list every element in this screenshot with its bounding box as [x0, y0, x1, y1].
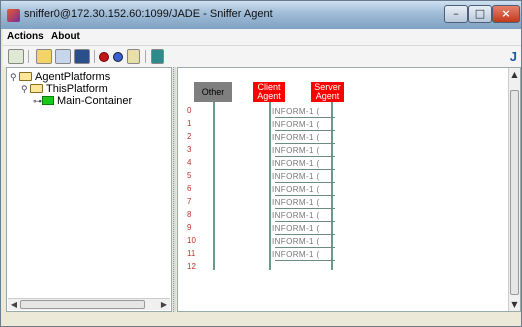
add-agent-icon[interactable] — [99, 52, 109, 62]
agent-tree-panel: ⚲ AgentPlatforms ⚲ ThisPlatform ⊶ Main-Cont… — [6, 67, 172, 312]
message-label[interactable]: INFORM-1 ( — [272, 107, 320, 116]
row-number: 4 — [187, 158, 192, 167]
message-arrow[interactable] — [275, 221, 335, 222]
toolbar-separator — [28, 50, 29, 63]
remove-agent-icon[interactable] — [113, 52, 123, 62]
tree-node-label: AgentPlatforms — [35, 71, 111, 83]
message-label[interactable]: INFORM-1 ( — [272, 133, 320, 142]
sniffer-canvas: Other Client Agent Server Agent 01234567… — [177, 67, 521, 312]
message-label[interactable]: INFORM-1 ( — [272, 146, 320, 155]
folder-icon — [30, 84, 43, 93]
message-label[interactable]: INFORM-1 ( — [272, 211, 320, 220]
toolbar-separator — [145, 50, 146, 63]
scroll-thumb[interactable] — [20, 300, 145, 309]
scroll-thumb[interactable] — [510, 90, 519, 295]
lifeline-server — [331, 102, 333, 270]
canvas-vertical-scrollbar[interactable]: ▲ ▼ — [508, 68, 520, 311]
lifeline-client — [269, 102, 271, 270]
close-button[interactable]: × — [492, 5, 520, 23]
lifeline-other — [213, 102, 215, 270]
message-arrow[interactable] — [275, 156, 335, 157]
message-arrow[interactable] — [275, 208, 335, 209]
message-label[interactable]: INFORM-1 ( — [272, 120, 320, 129]
maximize-button[interactable]: □ — [468, 5, 492, 23]
save-icon[interactable] — [74, 49, 90, 64]
app-icon — [7, 9, 20, 22]
toolbar: J — [3, 46, 521, 67]
agent-box-client[interactable]: Client Agent — [253, 82, 285, 102]
row-number: 2 — [187, 132, 192, 141]
message-label[interactable]: INFORM-1 ( — [272, 237, 320, 246]
message-label[interactable]: INFORM-1 ( — [272, 224, 320, 233]
display-file-icon[interactable] — [55, 49, 71, 64]
menu-bar: Actions About — [3, 29, 521, 46]
row-number: 10 — [187, 236, 196, 245]
agent-box-server[interactable]: Server Agent — [311, 82, 344, 102]
status-bar — [3, 314, 521, 326]
message-arrow[interactable] — [275, 143, 335, 144]
message-label[interactable]: INFORM-1 ( — [272, 250, 320, 259]
sniffer-agent-window: sniffer0@172.30.152.60:1099/JADE - Sniff… — [0, 0, 522, 327]
expand-icon[interactable]: ⊶ — [33, 96, 42, 107]
scroll-right-icon[interactable]: ▶ — [159, 300, 169, 309]
row-number: 12 — [187, 262, 196, 271]
collapse-icon[interactable]: ⚲ — [10, 72, 19, 83]
message-label[interactable]: INFORM-1 ( — [272, 185, 320, 194]
tree-horizontal-scrollbar[interactable]: ◀ ▶ — [8, 298, 170, 310]
folder-icon — [19, 72, 32, 81]
container-icon — [42, 96, 54, 105]
message-arrow[interactable] — [275, 117, 335, 118]
scroll-left-icon[interactable]: ◀ — [9, 300, 19, 309]
tree-node-main-container[interactable]: ⊶ Main-Container — [33, 95, 132, 107]
minimize-button[interactable]: – — [444, 5, 468, 23]
message-arrow[interactable] — [275, 130, 335, 131]
split-pane-divider[interactable] — [173, 67, 176, 312]
scroll-down-icon[interactable]: ▼ — [510, 300, 519, 309]
row-number: 8 — [187, 210, 192, 219]
message-arrow[interactable] — [275, 234, 335, 235]
message-arrow[interactable] — [275, 195, 335, 196]
tree-node-label: Main-Container — [57, 95, 133, 107]
menu-actions[interactable]: Actions — [7, 31, 44, 42]
row-number: 11 — [187, 249, 196, 258]
scroll-up-icon[interactable]: ▲ — [510, 70, 519, 79]
exit-icon[interactable] — [151, 49, 164, 64]
menu-about[interactable]: About — [51, 31, 80, 42]
clear-canvas-icon[interactable] — [8, 49, 24, 64]
filter-icon[interactable] — [127, 49, 140, 64]
tree-node-thisplatform[interactable]: ⚲ ThisPlatform — [21, 83, 108, 95]
row-number: 7 — [187, 197, 192, 206]
row-number: 3 — [187, 145, 192, 154]
row-number: 1 — [187, 119, 192, 128]
message-arrow[interactable] — [275, 182, 335, 183]
tree-node-label: ThisPlatform — [46, 83, 108, 95]
row-number: 0 — [187, 106, 192, 115]
message-label[interactable]: INFORM-1 ( — [272, 198, 320, 207]
tree-node-agentplatforms[interactable]: ⚲ AgentPlatforms — [10, 71, 110, 83]
toolbar-separator — [94, 50, 95, 63]
collapse-icon[interactable]: ⚲ — [21, 84, 30, 95]
message-arrow[interactable] — [275, 169, 335, 170]
message-label[interactable]: INFORM-1 ( — [272, 172, 320, 181]
message-arrow[interactable] — [275, 260, 335, 261]
open-file-icon[interactable] — [36, 49, 52, 64]
row-number: 5 — [187, 171, 192, 180]
row-number: 6 — [187, 184, 192, 193]
jade-logo: J — [509, 49, 517, 64]
title-bar[interactable]: sniffer0@172.30.152.60:1099/JADE - Sniff… — [1, 1, 521, 29]
window-title: sniffer0@172.30.152.60:1099/JADE - Sniff… — [24, 8, 273, 20]
message-arrow[interactable] — [275, 247, 335, 248]
agent-box-other[interactable]: Other — [194, 82, 232, 102]
message-label[interactable]: INFORM-1 ( — [272, 159, 320, 168]
row-number: 9 — [187, 223, 192, 232]
